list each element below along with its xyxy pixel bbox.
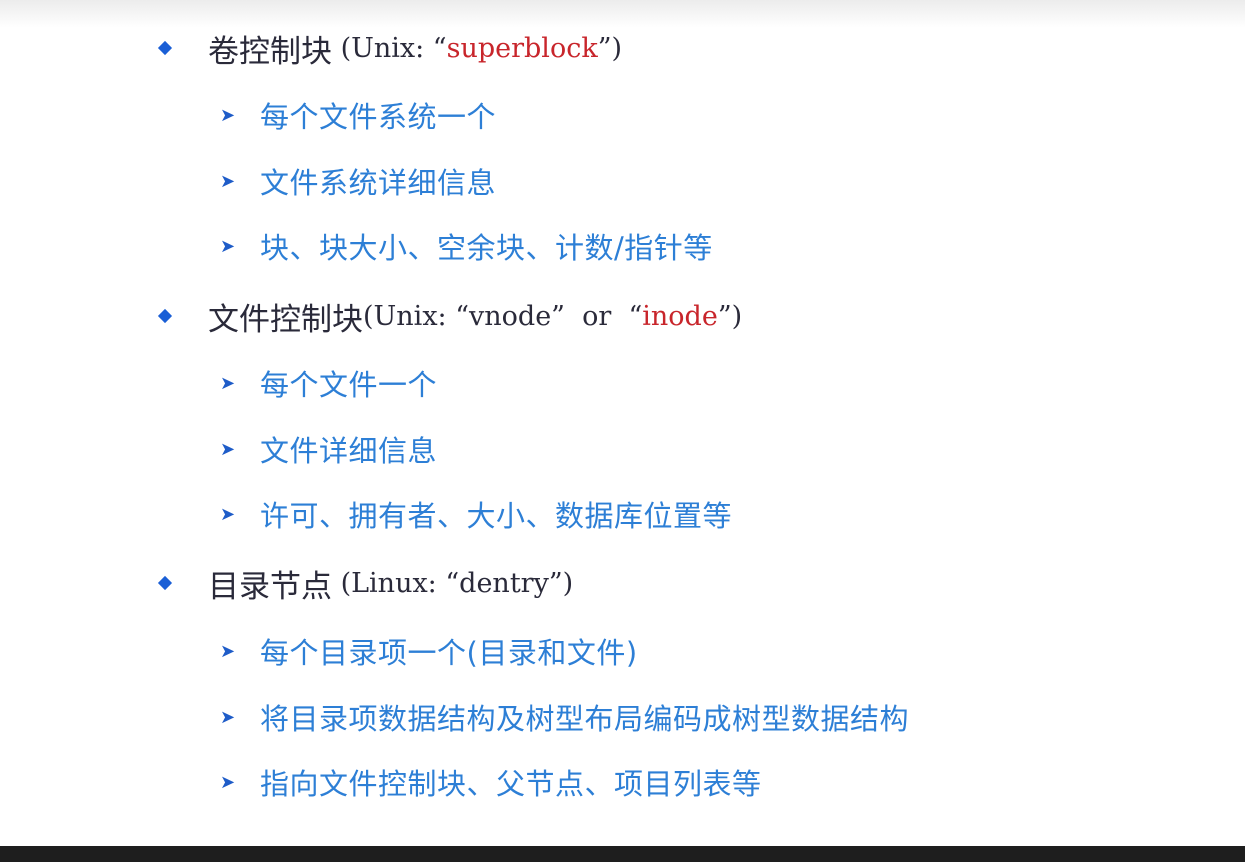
heading-cjk: 卷控制块 <box>208 33 332 70</box>
bottom-bar <box>0 846 1245 862</box>
list-item-text: 每个目录项一个(目录和文件) <box>260 636 638 670</box>
list-item: ➤ 许可、拥有者、大小、数据库位置等 <box>220 494 732 534</box>
chevron-right-icon: ➤ <box>220 235 236 257</box>
chevron-right-icon: ➤ <box>220 640 236 662</box>
heading-highlight: superblock <box>446 32 598 64</box>
list-item: ➤ 块、块大小、空余块、计数/指针等 <box>220 226 713 266</box>
list-item: ➤ 每个目录项一个(目录和文件) <box>220 631 638 671</box>
section-heading-volume-control-block: 卷控制块 (Unix: “ superblock ”) <box>156 26 622 70</box>
heading-highlight: inode <box>642 300 718 332</box>
list-item-text: 文件系统详细信息 <box>260 166 497 200</box>
chevron-right-icon: ➤ <box>220 706 236 728</box>
list-item-text: 将目录项数据结构及树型布局编码成树型数据结构 <box>260 702 910 736</box>
list-item-text: 指向文件控制块、父节点、项目列表等 <box>260 767 762 801</box>
list-item-text: 每个文件系统一个 <box>260 100 497 134</box>
heading-suffix: ”) <box>717 300 743 332</box>
section-heading-directory-node: 目录节点 (Linux: “dentry”) <box>156 561 573 605</box>
list-item: ➤ 文件系统详细信息 <box>220 161 496 201</box>
heading-prefix: (Unix: “ <box>332 32 447 64</box>
heading-cjk: 文件控制块 <box>208 301 363 338</box>
list-item: ➤ 文件详细信息 <box>220 429 437 469</box>
diamond-bullet-icon <box>157 308 173 324</box>
chevron-right-icon: ➤ <box>220 438 236 460</box>
list-item-text: 块、块大小、空余块、计数/指针等 <box>260 231 713 265</box>
chevron-right-icon: ➤ <box>220 771 236 793</box>
heading-suffix: ”) <box>597 32 623 64</box>
list-item-text: 每个文件一个 <box>260 368 438 402</box>
chevron-right-icon: ➤ <box>220 503 236 525</box>
chevron-right-icon: ➤ <box>220 170 236 192</box>
heading-cjk: 目录节点 <box>208 568 332 605</box>
list-item: ➤ 每个文件一个 <box>220 363 437 403</box>
chevron-right-icon: ➤ <box>220 372 236 394</box>
list-item-text: 文件详细信息 <box>260 434 438 468</box>
slide-content: 卷控制块 (Unix: “ superblock ”) ➤ 每个文件系统一个 ➤… <box>0 0 1245 846</box>
diamond-bullet-icon <box>157 40 173 56</box>
diamond-bullet-icon <box>157 575 173 591</box>
heading-prefix: (Linux: “dentry”) <box>332 567 574 599</box>
list-item: ➤ 指向文件控制块、父节点、项目列表等 <box>220 762 762 802</box>
section-heading-file-control-block: 文件控制块 (Unix: “vnode” or “ inode ”) <box>156 294 742 338</box>
heading-prefix: (Unix: “vnode” or “ <box>363 300 643 332</box>
list-item: ➤ 每个文件系统一个 <box>220 95 496 135</box>
list-item: ➤ 将目录项数据结构及树型布局编码成树型数据结构 <box>220 697 909 737</box>
chevron-right-icon: ➤ <box>220 104 236 126</box>
list-item-text: 许可、拥有者、大小、数据库位置等 <box>260 499 733 533</box>
